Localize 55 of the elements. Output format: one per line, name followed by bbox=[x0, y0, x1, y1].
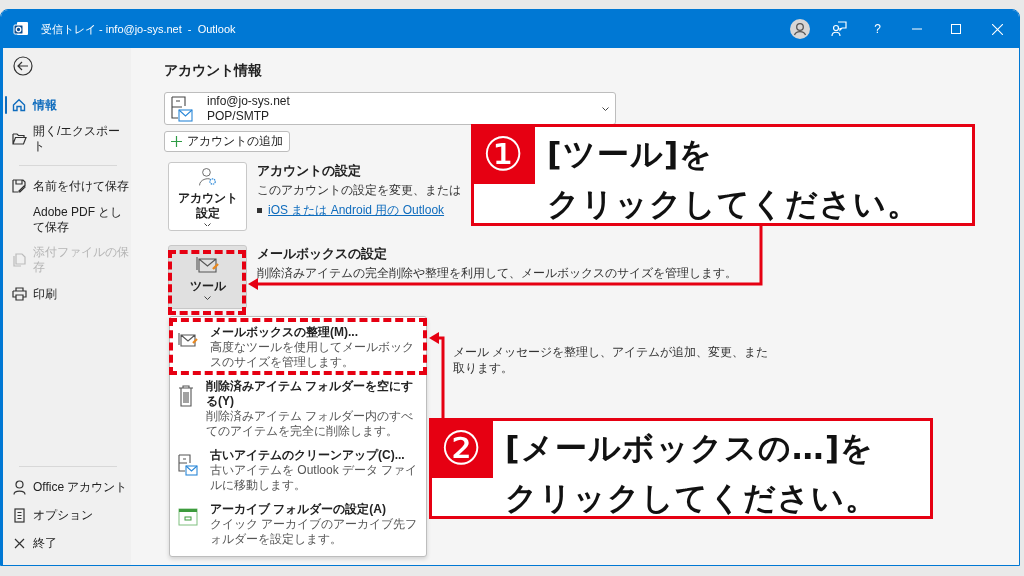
account-icon bbox=[171, 95, 193, 122]
sidebar-item[interactable]: Office アカウント bbox=[3, 473, 131, 501]
description-text: 削除済みアイテムの完全削除や整理を利用して、メールボックスのサイズを管理します。 bbox=[257, 265, 737, 282]
account-dropdown[interactable]: info@jo-sys.net POP/SMTP bbox=[164, 92, 616, 125]
menu-item[interactable]: 削除済みアイテム フォルダーを空にする(Y) 削除済みアイテム フォルダー内のすべてのアイテムを完全に削除します。 bbox=[170, 375, 426, 444]
trash-icon bbox=[178, 385, 194, 407]
step-number: ② bbox=[429, 418, 493, 478]
help-button[interactable]: ? bbox=[874, 22, 881, 36]
sidebar-item[interactable]: 名前を付けて保存 bbox=[3, 172, 131, 200]
mail-icon bbox=[178, 331, 198, 349]
options-icon bbox=[13, 507, 25, 523]
sidebar-item[interactable]: 開く/エクスポート bbox=[3, 119, 131, 159]
outlook-logo bbox=[13, 21, 29, 37]
back-icon[interactable] bbox=[13, 56, 33, 76]
printer-icon bbox=[11, 287, 27, 301]
menu-item[interactable]: アーカイブ フォルダーの設定(A) クイック アーカイブのアーカイブ先フォルダーを設定します。 bbox=[170, 498, 426, 552]
chevron-down-icon bbox=[602, 106, 609, 111]
plus-icon bbox=[171, 136, 182, 147]
window-title: 受信トレイ - info@jo-sys.net - Outlook bbox=[41, 21, 237, 37]
sidebar-item[interactable]: オプション bbox=[3, 501, 131, 529]
sidebar-item[interactable]: 情報 bbox=[3, 91, 131, 119]
save-icon bbox=[12, 179, 26, 193]
chevron-down-icon bbox=[204, 295, 211, 300]
description-text: 取ります。 bbox=[453, 360, 514, 376]
avatar-icon[interactable] bbox=[789, 19, 810, 39]
instruction-text: [ツール]を クリックしてください。 bbox=[546, 134, 920, 223]
add-account-button[interactable]: アカウントの追加 bbox=[164, 131, 290, 152]
document-icon bbox=[12, 253, 26, 267]
instruction-text: [メールボックスの…]を クリックしてください。 bbox=[504, 428, 878, 516]
sidebar-item[interactable]: 終了 bbox=[3, 529, 131, 557]
account-settings-button[interactable]: アカウント 設定 bbox=[168, 162, 247, 231]
close-icon[interactable] bbox=[991, 23, 1003, 35]
sidebar-item[interactable]: 印刷 bbox=[3, 280, 131, 308]
description-text: このアカウントの設定を変更、または bbox=[257, 182, 461, 199]
section-title: メールボックスの設定 bbox=[257, 245, 388, 263]
app-link[interactable]: iOS または Android 用の Outlook bbox=[268, 202, 445, 219]
description-text: メール メッセージを整理し、アイテムが追加、変更、また bbox=[453, 344, 769, 360]
file-cabinet-icon bbox=[178, 454, 198, 476]
bullet-icon bbox=[257, 208, 262, 213]
person-icon bbox=[12, 479, 26, 495]
archive-icon bbox=[178, 508, 198, 526]
folder-icon bbox=[11, 133, 27, 145]
maximize-icon[interactable] bbox=[950, 24, 961, 34]
menu-item[interactable]: 古いアイテムのクリーンアップ(C)... 古いアイテムを Outlook データ ファイルに移動します。 bbox=[170, 444, 426, 498]
home-icon bbox=[12, 98, 26, 112]
tools-button[interactable]: ツール bbox=[168, 245, 247, 309]
step-number: ① bbox=[471, 124, 535, 184]
menu-item[interactable]: メールボックスの整理(M)... 高度なツールを使用してメールボックスのサイズを管理します。 bbox=[170, 321, 426, 375]
page-title: アカウント情報 bbox=[164, 62, 263, 80]
chevron-down-icon bbox=[204, 222, 211, 226]
mail-icon bbox=[195, 254, 220, 275]
sidebar-item[interactable]: Adobe PDF として保存 bbox=[3, 200, 131, 240]
section-title: アカウントの設定 bbox=[257, 162, 362, 180]
close-icon bbox=[13, 537, 25, 549]
feedback-icon[interactable] bbox=[830, 21, 847, 37]
